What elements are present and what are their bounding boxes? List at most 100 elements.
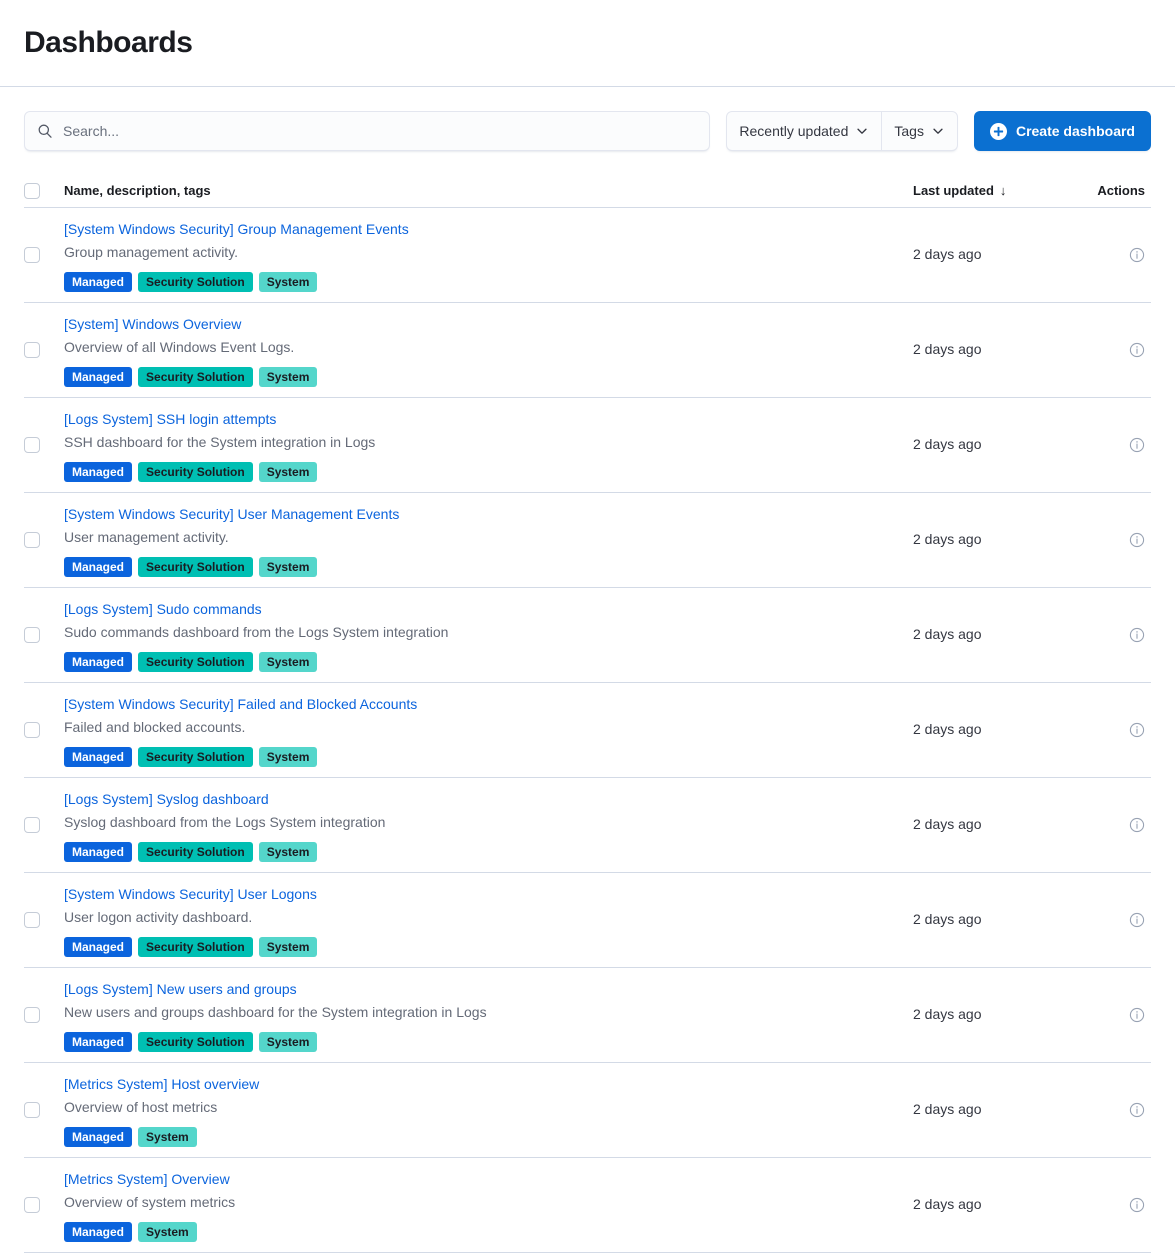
dashboard-title-link[interactable]: [System Windows Security] User Managemen… bbox=[64, 503, 399, 525]
row-checkbox[interactable] bbox=[24, 1102, 40, 1118]
dashboard-title-link[interactable]: [Metrics System] Overview bbox=[64, 1168, 230, 1190]
tag-badge[interactable]: System bbox=[259, 367, 318, 387]
tag-badge[interactable]: Security Solution bbox=[138, 272, 253, 292]
info-circle-icon[interactable] bbox=[1129, 722, 1145, 738]
dashboard-title-link[interactable]: [System Windows Security] Group Manageme… bbox=[64, 218, 409, 240]
info-circle-icon[interactable] bbox=[1129, 1007, 1145, 1023]
info-circle-icon[interactable] bbox=[1129, 437, 1145, 453]
info-circle-icon[interactable] bbox=[1129, 532, 1145, 548]
row-checkbox[interactable] bbox=[24, 532, 40, 548]
select-all-checkbox[interactable] bbox=[24, 183, 40, 199]
tag-list: Managed Security Solution System bbox=[64, 937, 889, 957]
column-header-actions: Actions bbox=[1079, 183, 1151, 198]
tag-badge[interactable]: System bbox=[259, 842, 318, 862]
tag-badge[interactable]: Managed bbox=[64, 367, 132, 387]
tag-badge[interactable]: Managed bbox=[64, 1222, 132, 1242]
dashboard-title-link[interactable]: [Metrics System] Host overview bbox=[64, 1073, 259, 1095]
table-row: [Logs System] SSH login attemptsSSH dash… bbox=[24, 398, 1151, 493]
info-circle-icon[interactable] bbox=[1129, 817, 1145, 833]
tag-list: Managed System bbox=[64, 1222, 889, 1242]
row-checkbox[interactable] bbox=[24, 437, 40, 453]
sort-descending-icon: ↓ bbox=[1000, 183, 1007, 198]
column-header-name[interactable]: Name, description, tags bbox=[64, 183, 889, 198]
dashboard-title-link[interactable]: [Logs System] New users and groups bbox=[64, 978, 297, 1000]
tag-badge[interactable]: Security Solution bbox=[138, 1032, 253, 1052]
info-circle-icon[interactable] bbox=[1129, 912, 1145, 928]
tag-badge[interactable]: System bbox=[259, 462, 318, 482]
row-checkbox[interactable] bbox=[24, 1197, 40, 1213]
row-checkbox[interactable] bbox=[24, 627, 40, 643]
info-circle-icon[interactable] bbox=[1129, 1197, 1145, 1213]
info-circle-icon[interactable] bbox=[1129, 627, 1145, 643]
tags-filter-button[interactable]: Tags bbox=[881, 112, 957, 150]
dashboard-description: Failed and blocked accounts. bbox=[64, 716, 889, 738]
tag-badge[interactable]: System bbox=[259, 652, 318, 672]
info-circle-icon[interactable] bbox=[1129, 247, 1145, 263]
tag-badge[interactable]: Managed bbox=[64, 747, 132, 767]
tag-badge[interactable]: Managed bbox=[64, 652, 132, 672]
row-last-updated-cell: 2 days ago bbox=[889, 1006, 1079, 1024]
row-checkbox[interactable] bbox=[24, 247, 40, 263]
tag-badge[interactable]: Managed bbox=[64, 1032, 132, 1052]
row-select-cell bbox=[24, 722, 64, 738]
table-row: [System Windows Security] User Managemen… bbox=[24, 493, 1151, 588]
tag-badge[interactable]: System bbox=[259, 557, 318, 577]
tag-list: Managed Security Solution System bbox=[64, 272, 889, 292]
tag-badge[interactable]: Security Solution bbox=[138, 652, 253, 672]
tag-badge[interactable]: Managed bbox=[64, 557, 132, 577]
row-checkbox[interactable] bbox=[24, 722, 40, 738]
last-updated-text: 2 days ago bbox=[913, 721, 982, 737]
tag-badge[interactable]: Security Solution bbox=[138, 557, 253, 577]
row-checkbox[interactable] bbox=[24, 1007, 40, 1023]
dashboard-title-link[interactable]: [System] Windows Overview bbox=[64, 313, 241, 335]
tag-badge[interactable]: System bbox=[138, 1222, 197, 1242]
row-select-cell bbox=[24, 1007, 64, 1023]
dashboards-table: Name, description, tags Last updated ↓ A… bbox=[24, 174, 1151, 1253]
select-all-cell bbox=[24, 183, 64, 199]
row-select-cell bbox=[24, 912, 64, 928]
last-updated-text: 2 days ago bbox=[913, 816, 982, 832]
search-input[interactable] bbox=[24, 111, 710, 151]
tag-list: Managed Security Solution System bbox=[64, 1032, 889, 1052]
info-circle-icon[interactable] bbox=[1129, 342, 1145, 358]
tag-badge[interactable]: Managed bbox=[64, 272, 132, 292]
tag-badge[interactable]: System bbox=[259, 1032, 318, 1052]
row-checkbox[interactable] bbox=[24, 817, 40, 833]
row-select-cell bbox=[24, 437, 64, 453]
tag-badge[interactable]: System bbox=[259, 272, 318, 292]
tag-badge[interactable]: Managed bbox=[64, 462, 132, 482]
tag-badge[interactable]: Security Solution bbox=[138, 937, 253, 957]
create-dashboard-button[interactable]: Create dashboard bbox=[974, 111, 1151, 151]
tag-badge[interactable]: System bbox=[259, 747, 318, 767]
row-select-cell bbox=[24, 247, 64, 263]
table-row: [Logs System] Syslog dashboardSyslog das… bbox=[24, 778, 1151, 873]
row-select-cell bbox=[24, 627, 64, 643]
row-checkbox[interactable] bbox=[24, 342, 40, 358]
tag-badge[interactable]: Security Solution bbox=[138, 747, 253, 767]
row-name-cell: [Logs System] Syslog dashboardSyslog das… bbox=[64, 788, 889, 862]
row-actions-cell bbox=[1079, 531, 1151, 549]
dashboard-title-link[interactable]: [Logs System] SSH login attempts bbox=[64, 408, 276, 430]
tag-badge[interactable]: Security Solution bbox=[138, 842, 253, 862]
info-circle-icon[interactable] bbox=[1129, 1102, 1145, 1118]
column-header-last-updated[interactable]: Last updated ↓ bbox=[889, 183, 1079, 198]
dashboard-title-link[interactable]: [Logs System] Syslog dashboard bbox=[64, 788, 269, 810]
sort-filter-button[interactable]: Recently updated bbox=[727, 112, 881, 150]
tag-badge[interactable]: System bbox=[138, 1127, 197, 1147]
column-header-last-updated-label: Last updated bbox=[913, 183, 994, 198]
last-updated-text: 2 days ago bbox=[913, 341, 982, 357]
dashboard-title-link[interactable]: [Logs System] Sudo commands bbox=[64, 598, 262, 620]
row-checkbox[interactable] bbox=[24, 912, 40, 928]
row-select-cell bbox=[24, 342, 64, 358]
row-last-updated-cell: 2 days ago bbox=[889, 721, 1079, 739]
row-select-cell bbox=[24, 1102, 64, 1118]
dashboard-title-link[interactable]: [System Windows Security] Failed and Blo… bbox=[64, 693, 417, 715]
tag-badge[interactable]: Security Solution bbox=[138, 462, 253, 482]
tag-badge[interactable]: Security Solution bbox=[138, 367, 253, 387]
tag-badge[interactable]: Managed bbox=[64, 937, 132, 957]
tag-badge[interactable]: System bbox=[259, 937, 318, 957]
tag-badge[interactable]: Managed bbox=[64, 842, 132, 862]
dashboard-title-link[interactable]: [System Windows Security] User Logons bbox=[64, 883, 317, 905]
tag-badge[interactable]: Managed bbox=[64, 1127, 132, 1147]
tag-list: Managed Security Solution System bbox=[64, 747, 889, 767]
